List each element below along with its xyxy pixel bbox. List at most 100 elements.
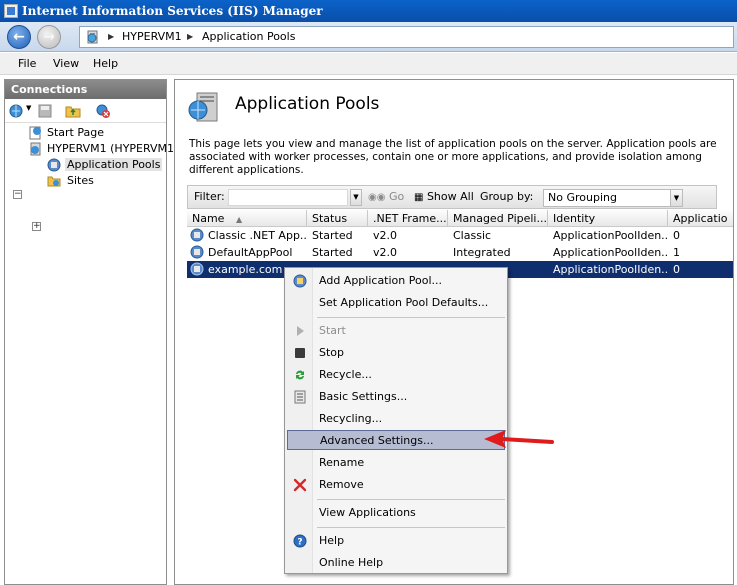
cell-name: DefaultAppPool <box>208 246 293 259</box>
folder-up-icon[interactable] <box>65 103 81 119</box>
server-globe-icon <box>87 30 98 44</box>
column-header-status[interactable]: Status <box>307 210 368 227</box>
cell-pipeline: Classic <box>453 229 492 242</box>
menu-item-set-defaults[interactable]: Set Application Pool Defaults... <box>287 293 505 313</box>
filter-input[interactable] <box>228 189 348 206</box>
forward-arrow-icon: → <box>43 29 55 45</box>
app-pools-icon <box>47 158 61 172</box>
sites-folder-icon <box>47 176 61 187</box>
tree-item-server[interactable]: HYPERVM1 (HYPERVM1\A <box>29 141 185 157</box>
cell-status: Started <box>312 246 353 259</box>
start-page-icon <box>29 126 41 140</box>
group-by-select[interactable]: No Grouping ▼ <box>543 189 683 207</box>
sort-ascending-icon: ▲ <box>235 215 243 224</box>
annotation-arrow-icon <box>484 430 554 448</box>
disconnect-icon[interactable] <box>95 103 111 119</box>
show-all-button[interactable]: ▦ Show All <box>414 186 474 209</box>
tree-item-sites[interactable]: Sites <box>47 173 94 189</box>
app-pool-icon <box>190 228 204 242</box>
app-pool-icon <box>190 262 204 276</box>
cell-identity: ApplicationPoolIden... <box>553 229 668 242</box>
column-header-managed-pipeline[interactable]: Managed Pipeli... <box>448 210 548 227</box>
menu-item-rename[interactable]: Rename <box>287 453 505 473</box>
binoculars-icon: ◉◉ <box>368 192 386 203</box>
group-by-label: Group by: <box>480 190 534 203</box>
cell-status: Started <box>312 229 353 242</box>
cell-net: v2.0 <box>373 246 398 259</box>
tree-item-application-pools[interactable]: Application Pools <box>47 157 163 173</box>
table-row[interactable]: DefaultAppPool Started v2.0 Integrated A… <box>187 244 733 261</box>
window-title: Internet Information Services (IIS) Mana… <box>22 4 323 18</box>
menu-item-basic-settings[interactable]: Basic Settings... <box>287 387 505 407</box>
address-bar: ← → ▶ HYPERVM1 ▶ Application Pools <box>0 22 737 52</box>
show-all-icon: ▦ <box>414 192 424 203</box>
menu-help[interactable]: Help <box>93 53 118 75</box>
breadcrumb: ▶ HYPERVM1 ▶ Application Pools <box>79 26 734 48</box>
go-button[interactable]: ◉◉ Go <box>368 186 404 209</box>
menu-bar: File View Help <box>0 53 737 75</box>
cell-identity: ApplicationPoolIden... <box>553 263 668 276</box>
column-header-applications[interactable]: Applicatio <box>668 210 733 227</box>
iis-app-icon <box>4 4 18 18</box>
play-icon <box>297 326 304 336</box>
column-header-name[interactable]: Name ▲ <box>187 210 307 227</box>
menu-item-advanced-settings[interactable]: Advanced Settings... <box>287 430 505 450</box>
collapse-icon[interactable]: − <box>13 190 22 199</box>
page-title: Application Pools <box>235 94 380 114</box>
column-header-identity[interactable]: Identity <box>548 210 668 227</box>
menu-item-start: Start <box>287 321 505 341</box>
connections-toolbar: ▼ <box>5 99 166 123</box>
table-row[interactable]: Classic .NET App... Started v2.0 Classic… <box>187 227 733 244</box>
application-pools-icon <box>188 92 218 122</box>
remove-x-icon <box>293 478 307 492</box>
add-app-pool-icon <box>293 274 307 288</box>
menu-item-add-application-pool[interactable]: Add Application Pool... <box>287 271 505 291</box>
breadcrumb-arrow-icon: ▶ <box>108 32 115 41</box>
connect-globe-icon[interactable] <box>9 103 25 119</box>
connect-dropdown-icon[interactable]: ▼ <box>26 104 31 112</box>
help-icon: ? <box>293 534 307 548</box>
stop-icon <box>295 348 305 358</box>
cell-identity: ApplicationPoolIden... <box>553 246 668 259</box>
chevron-down-icon: ▼ <box>670 190 682 206</box>
connections-header: Connections <box>5 80 166 99</box>
menu-item-view-applications[interactable]: View Applications <box>287 503 505 523</box>
forward-button[interactable]: → <box>37 25 61 49</box>
app-pool-icon <box>190 245 204 259</box>
breadcrumb-server[interactable]: HYPERVM1 <box>122 27 182 47</box>
menu-item-online-help[interactable]: Online Help <box>287 553 505 573</box>
menu-separator <box>317 317 505 318</box>
grid-header: Name ▲ Status .NET Frame... Managed Pipe… <box>187 210 733 227</box>
menu-file[interactable]: File <box>18 53 36 75</box>
title-bar: Internet Information Services (IIS) Mana… <box>0 0 737 22</box>
recycle-icon <box>296 370 304 380</box>
save-icon[interactable] <box>37 103 53 119</box>
menu-view[interactable]: View <box>53 53 79 75</box>
expand-icon[interactable]: + <box>32 222 41 231</box>
menu-separator <box>317 527 505 528</box>
menu-item-recycling[interactable]: Recycling... <box>287 409 505 429</box>
tree-label: HYPERVM1 (HYPERVM1\A <box>47 142 186 155</box>
filter-dropdown-icon[interactable]: ▼ <box>350 189 362 206</box>
context-menu: Add Application Pool... Set Application … <box>284 267 508 574</box>
menu-item-remove[interactable]: Remove <box>287 475 505 495</box>
cell-net: v2.0 <box>373 229 398 242</box>
menu-item-recycle[interactable]: Recycle... <box>287 365 505 385</box>
breadcrumb-app-pools[interactable]: Application Pools <box>202 27 295 47</box>
column-header-net-framework[interactable]: .NET Frame... <box>368 210 448 227</box>
server-icon <box>30 142 41 156</box>
cell-apps: 0 <box>673 229 680 242</box>
tree-label: Application Pools <box>65 158 163 171</box>
back-arrow-icon: ← <box>13 29 25 45</box>
cell-name: Classic .NET App... <box>208 229 307 242</box>
menu-item-help[interactable]: ? Help <box>287 531 505 551</box>
back-button[interactable]: ← <box>7 25 31 49</box>
cell-apps: 0 <box>673 263 680 276</box>
cell-pipeline: Integrated <box>453 246 511 259</box>
tree-item-start-page[interactable]: Start Page <box>29 125 104 141</box>
filter-bar: Filter: ▼ ◉◉ Go ▦ Show All Group by: No … <box>187 185 717 209</box>
cell-apps: 1 <box>673 246 680 259</box>
menu-separator <box>317 499 505 500</box>
breadcrumb-arrow-icon: ▶ <box>187 32 194 41</box>
menu-item-stop[interactable]: Stop <box>287 343 505 363</box>
